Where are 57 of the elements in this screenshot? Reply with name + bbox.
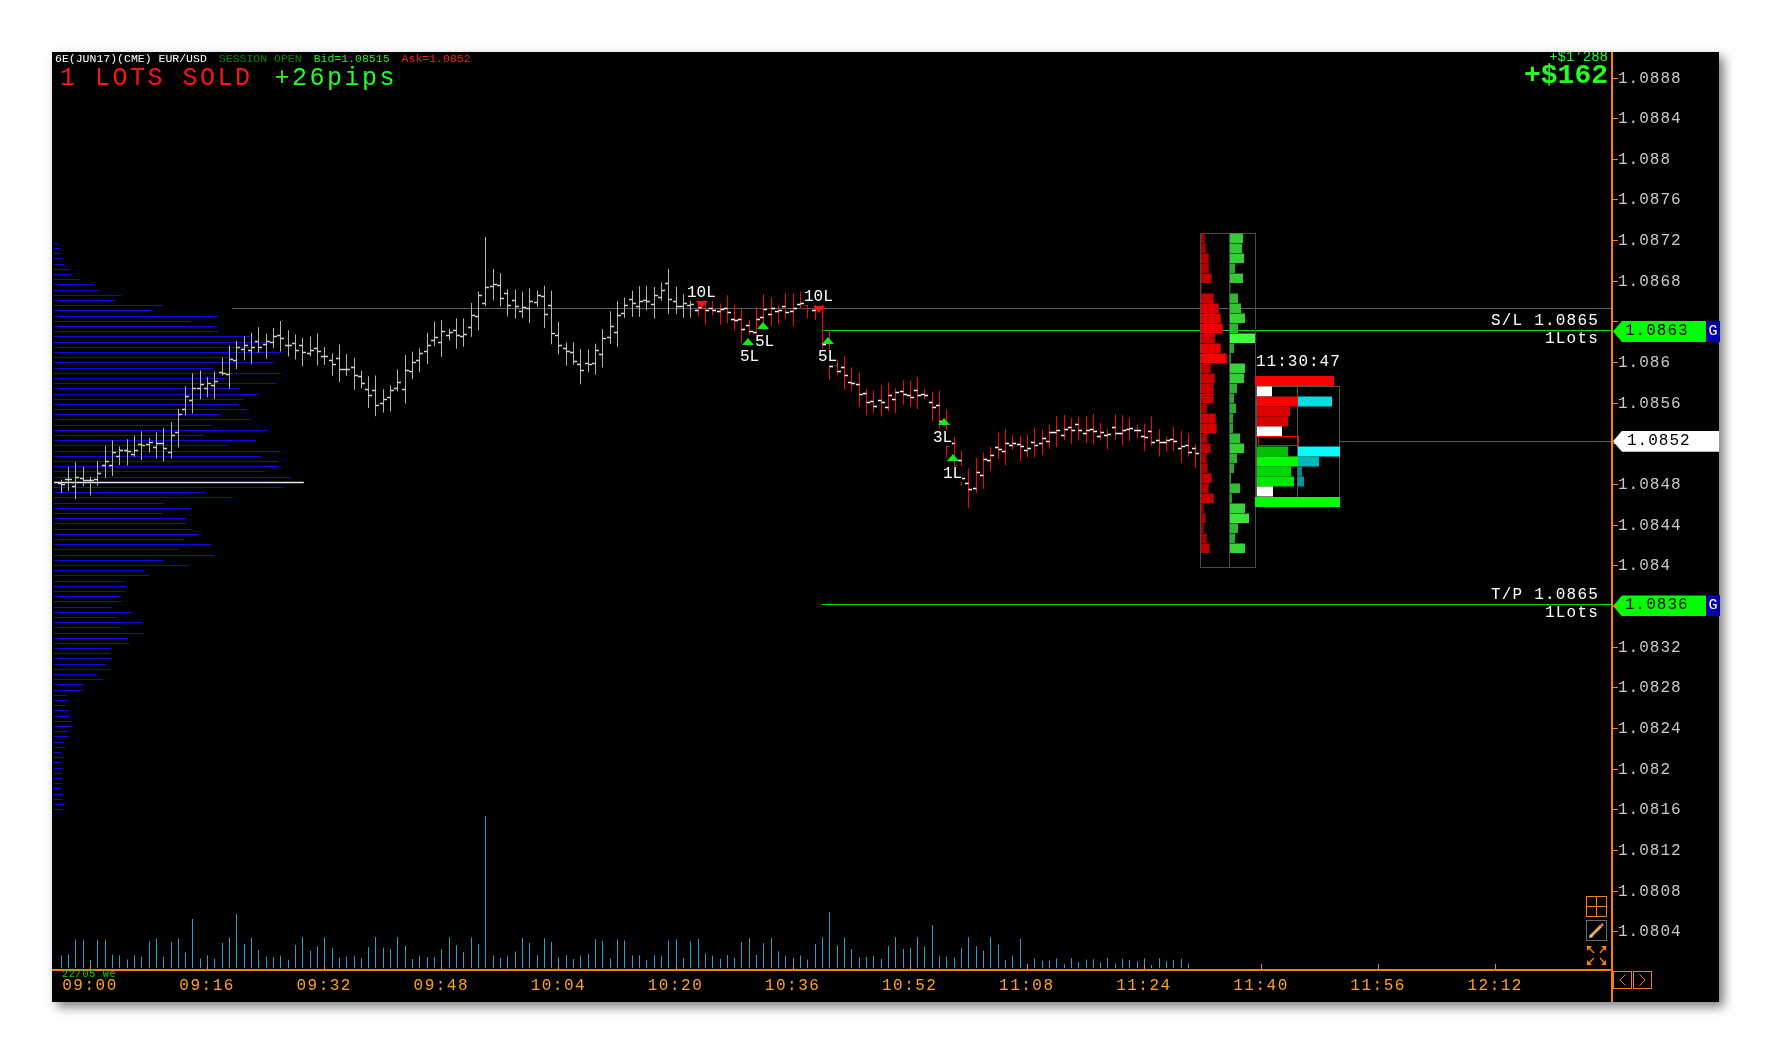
grid-icon[interactable] bbox=[1586, 896, 1607, 917]
time-tick-label: 10:36 bbox=[764, 978, 821, 994]
pencil-icon[interactable] bbox=[1586, 920, 1607, 941]
time-tick-label: 09:32 bbox=[296, 978, 352, 994]
time-tick-label: 09:16 bbox=[179, 978, 235, 994]
price-tick-label: 1.0888 bbox=[1618, 70, 1682, 87]
time-tick-label: 10:52 bbox=[881, 978, 938, 994]
bar-timer: 11:30:47 bbox=[1256, 354, 1341, 370]
time-tick-label: 11:40 bbox=[1233, 978, 1289, 994]
order-price-label: 1.0836 bbox=[1613, 595, 1706, 617]
time-tick-label: 11:56 bbox=[1350, 978, 1406, 994]
order-tag: G bbox=[1706, 595, 1720, 617]
price-tick-label: 1.0816 bbox=[1618, 802, 1682, 819]
price-tick-label: 1.0808 bbox=[1618, 883, 1682, 900]
time-tick-label: 09:00 bbox=[62, 978, 118, 994]
bid-price: Bid=1.08515 bbox=[313, 53, 390, 65]
price-tick-label: 1.084 bbox=[1618, 558, 1671, 575]
price-tick-label: 1.0884 bbox=[1618, 111, 1682, 128]
time-tick-label: 09:48 bbox=[413, 978, 470, 994]
position-status: 1 LOTS SOLD bbox=[60, 65, 253, 91]
order-label: T/P 1.0865 bbox=[1491, 588, 1599, 603]
ask-price: Ask=1.0852 bbox=[401, 53, 471, 65]
price-tick-label: 1.0848 bbox=[1618, 477, 1682, 493]
date-label: 22/05 We bbox=[62, 971, 117, 978]
price-tick-label: 1.0832 bbox=[1618, 639, 1682, 656]
price-tick-label: 1.0876 bbox=[1618, 192, 1682, 209]
chevron-left-icon bbox=[1619, 974, 1626, 986]
price-tick-label: 1.086 bbox=[1618, 355, 1671, 372]
order-label: S/L 1.0865 bbox=[1491, 314, 1599, 329]
scroll-left-button[interactable] bbox=[1613, 971, 1632, 989]
order-price-label: 1.0863 bbox=[1613, 321, 1706, 343]
price-tick-label: 1.088 bbox=[1618, 151, 1671, 168]
session-status: SESSION OPEN bbox=[218, 53, 302, 65]
price-tick-label: 1.0844 bbox=[1618, 517, 1682, 534]
lots-label: 1Lots bbox=[1545, 332, 1599, 347]
time-tick-label: 12:12 bbox=[1467, 978, 1523, 994]
price-tick-label: 1.0812 bbox=[1618, 842, 1682, 859]
price-tick-label: 1.0868 bbox=[1618, 273, 1682, 290]
price-tick-label: 1.0872 bbox=[1618, 233, 1682, 250]
lots-label: 1Lots bbox=[1545, 606, 1599, 621]
time-tick-label: 11:24 bbox=[1116, 978, 1172, 994]
time-tick-label: 11:08 bbox=[999, 978, 1055, 994]
price-tick-label: 1.0804 bbox=[1618, 924, 1682, 941]
time-tick-label: 10:04 bbox=[530, 978, 587, 994]
chevron-right-icon bbox=[1639, 974, 1646, 986]
order-tag: G bbox=[1706, 321, 1720, 343]
time-tick-label: 10:20 bbox=[647, 978, 704, 994]
price-tick-label: 1.0828 bbox=[1618, 680, 1682, 697]
expand-icon[interactable] bbox=[1586, 945, 1607, 966]
price-tick-label: 1.082 bbox=[1618, 761, 1671, 778]
scroll-right-button[interactable] bbox=[1633, 971, 1652, 989]
last-price-label: 1.0852 bbox=[1613, 430, 1719, 452]
price-tick-label: 1.0824 bbox=[1618, 720, 1682, 737]
pips-profit: +26pips bbox=[274, 65, 398, 91]
price-tick-label: 1.0856 bbox=[1618, 395, 1682, 412]
instrument-label: 6E(JUN17)(CME) EUR/USD bbox=[55, 53, 207, 65]
open-profit: +$162 bbox=[1524, 63, 1608, 89]
